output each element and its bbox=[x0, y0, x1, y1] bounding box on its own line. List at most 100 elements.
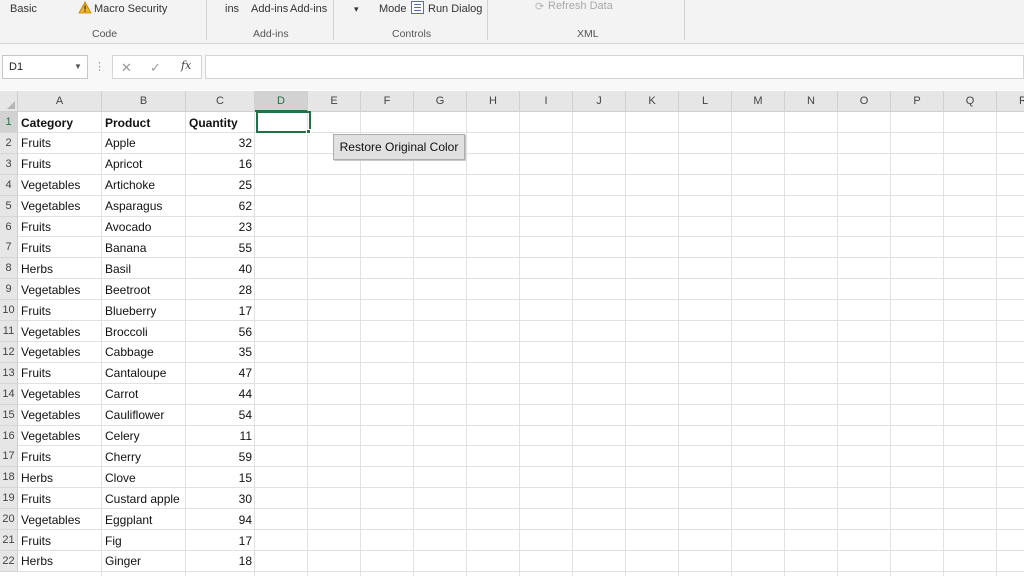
column-header-b[interactable]: B bbox=[102, 91, 186, 112]
restore-original-color-button[interactable]: Restore Original Color bbox=[333, 134, 465, 160]
insert-dropdown-icon[interactable]: ▾ bbox=[354, 4, 359, 15]
cell-quantity[interactable]: 23 bbox=[186, 217, 255, 237]
insert-function-icon[interactable]: fx bbox=[181, 59, 191, 72]
cell-quantity[interactable]: 17 bbox=[186, 531, 255, 551]
row-header-4[interactable]: 4 bbox=[0, 174, 18, 196]
cell-product[interactable]: Avocado bbox=[102, 217, 186, 237]
row-header-5[interactable]: 5 bbox=[0, 195, 18, 217]
cell-product[interactable]: Broccoli bbox=[102, 322, 186, 342]
row-header-11[interactable]: 11 bbox=[0, 321, 18, 342]
row-header-20[interactable]: 20 bbox=[0, 509, 18, 531]
cell-category[interactable]: Fruits bbox=[18, 217, 102, 237]
cell-category[interactable]: Fruits bbox=[18, 531, 102, 551]
visual-basic-button[interactable]: Basic bbox=[10, 3, 37, 15]
cell-product[interactable]: Cauliflower bbox=[102, 405, 186, 425]
fill-handle[interactable] bbox=[306, 129, 311, 134]
cell-quantity[interactable]: 15 bbox=[186, 468, 255, 488]
cell-quantity[interactable]: 28 bbox=[186, 280, 255, 300]
column-header-d[interactable]: D bbox=[255, 91, 308, 112]
cell-category[interactable]: Vegetables bbox=[18, 384, 102, 404]
cell-category[interactable]: Vegetables bbox=[18, 322, 102, 342]
column-header-n[interactable]: N bbox=[785, 91, 838, 112]
cell-quantity[interactable]: 25 bbox=[186, 175, 255, 195]
row-header-8[interactable]: 8 bbox=[0, 258, 18, 280]
column-header-q[interactable]: Q bbox=[944, 91, 997, 112]
cell-category[interactable]: Herbs bbox=[18, 468, 102, 488]
excel-addins-button[interactable]: Add-ins bbox=[251, 3, 288, 15]
cell-product[interactable]: Apricot bbox=[102, 154, 186, 174]
column-header-f[interactable]: F bbox=[361, 91, 414, 112]
cell-quantity[interactable]: 30 bbox=[186, 489, 255, 509]
row-header-1[interactable]: 1 bbox=[0, 112, 18, 133]
cell-category[interactable]: Vegetables bbox=[18, 280, 102, 300]
cell-quantity[interactable]: 11 bbox=[186, 426, 255, 446]
row-header-2[interactable]: 2 bbox=[0, 132, 18, 154]
cell-product[interactable]: Cherry bbox=[102, 447, 186, 467]
cell-quantity[interactable]: 47 bbox=[186, 363, 255, 383]
row-header-14[interactable]: 14 bbox=[0, 383, 18, 405]
cell-category[interactable]: Vegetables bbox=[18, 175, 102, 195]
row-header-16[interactable]: 16 bbox=[0, 425, 18, 447]
row-header-10[interactable]: 10 bbox=[0, 300, 18, 322]
cell-product[interactable]: Artichoke bbox=[102, 175, 186, 195]
cell-category[interactable]: Fruits bbox=[18, 238, 102, 258]
cell-quantity[interactable]: 32 bbox=[186, 133, 255, 153]
column-header-h[interactable]: H bbox=[467, 91, 520, 112]
refresh-data-button[interactable]: Refresh Data bbox=[548, 0, 613, 12]
cell-category[interactable]: Fruits bbox=[18, 489, 102, 509]
row-header-17[interactable]: 17 bbox=[0, 446, 18, 468]
cell-product[interactable]: Fig bbox=[102, 531, 186, 551]
cell-category[interactable]: Vegetables bbox=[18, 510, 102, 530]
com-addins-button[interactable]: Add-ins bbox=[290, 3, 327, 15]
cell-product[interactable]: Blueberry bbox=[102, 301, 186, 321]
row-header-18[interactable]: 18 bbox=[0, 467, 18, 489]
column-header-g[interactable]: G bbox=[414, 91, 467, 112]
column-header-k[interactable]: K bbox=[626, 91, 679, 112]
cancel-icon[interactable]: ✕ bbox=[121, 60, 132, 76]
cell-category[interactable]: Fruits bbox=[18, 447, 102, 467]
cell-category[interactable]: Vegetables bbox=[18, 405, 102, 425]
column-header-i[interactable]: I bbox=[520, 91, 573, 112]
cell-quantity[interactable]: 54 bbox=[186, 405, 255, 425]
cell-quantity[interactable]: 16 bbox=[186, 154, 255, 174]
cell-category[interactable]: Fruits bbox=[18, 133, 102, 153]
row-header-6[interactable]: 6 bbox=[0, 216, 18, 238]
cell-category[interactable]: Herbs bbox=[18, 259, 102, 279]
cell-quantity[interactable]: 40 bbox=[186, 259, 255, 279]
cell-category[interactable]: Fruits bbox=[18, 154, 102, 174]
row-header-12[interactable]: 12 bbox=[0, 341, 18, 363]
column-header-m[interactable]: M bbox=[732, 91, 785, 112]
row-header-9[interactable]: 9 bbox=[0, 279, 18, 301]
cell-quantity[interactable]: 18 bbox=[186, 551, 255, 571]
row-header-3[interactable]: 3 bbox=[0, 153, 18, 175]
cell-category[interactable]: Fruits bbox=[18, 301, 102, 321]
header-cell-category[interactable]: Category bbox=[18, 113, 102, 133]
cell-quantity[interactable]: 17 bbox=[186, 301, 255, 321]
column-header-r[interactable]: R bbox=[997, 91, 1024, 112]
cell-product[interactable]: Clove bbox=[102, 468, 186, 488]
cell-product[interactable]: Custard apple bbox=[102, 489, 186, 509]
cell-category[interactable]: Vegetables bbox=[18, 426, 102, 446]
column-header-p[interactable]: P bbox=[891, 91, 944, 112]
cell-product[interactable]: Carrot bbox=[102, 384, 186, 404]
macro-security-button[interactable]: Macro Security bbox=[94, 3, 167, 15]
header-cell-quantity[interactable]: Quantity bbox=[186, 113, 255, 133]
column-header-l[interactable]: L bbox=[679, 91, 732, 112]
cell-product[interactable]: Ginger bbox=[102, 551, 186, 571]
cell-category[interactable]: Herbs bbox=[18, 551, 102, 571]
cell-quantity[interactable]: 94 bbox=[186, 510, 255, 530]
row-header-7[interactable]: 7 bbox=[0, 237, 18, 259]
row-header-22[interactable]: 22 bbox=[0, 550, 18, 572]
row-header-19[interactable]: 19 bbox=[0, 488, 18, 510]
column-header-o[interactable]: O bbox=[838, 91, 891, 112]
row-header-15[interactable]: 15 bbox=[0, 404, 18, 426]
column-header-e[interactable]: E bbox=[308, 91, 361, 112]
cell-quantity[interactable]: 62 bbox=[186, 196, 255, 216]
enter-icon[interactable]: ✓ bbox=[150, 60, 161, 76]
column-header-c[interactable]: C bbox=[186, 91, 255, 112]
cell-product[interactable]: Celery bbox=[102, 426, 186, 446]
name-box-dropdown-icon[interactable]: ▼ bbox=[74, 62, 82, 71]
row-header-21[interactable]: 21 bbox=[0, 530, 18, 551]
row-header-13[interactable]: 13 bbox=[0, 362, 18, 384]
cell-product[interactable]: Beetroot bbox=[102, 280, 186, 300]
